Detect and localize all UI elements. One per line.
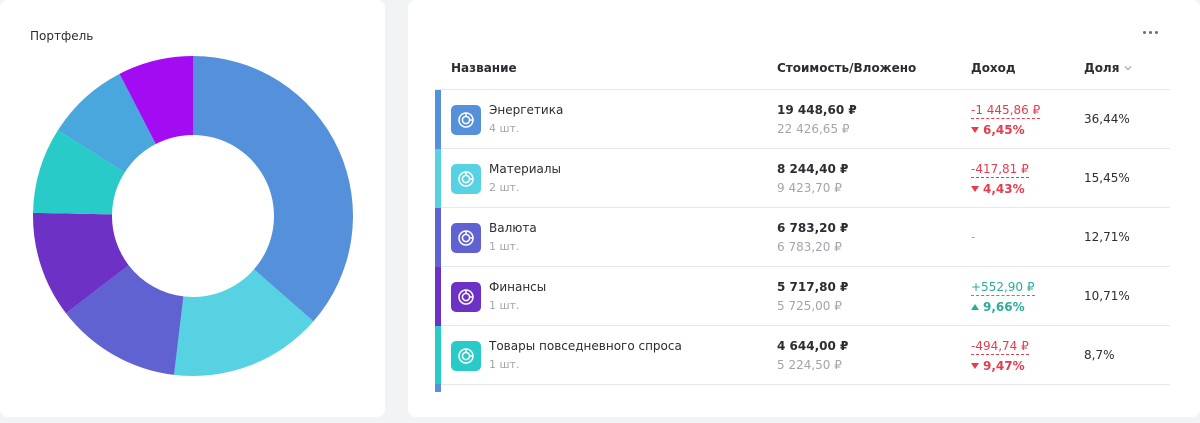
current-value: 19 448,60 ₽ bbox=[777, 103, 857, 117]
table-row[interactable]: Энергетика 4 шт. 19 448,60 ₽ 22 426,65 ₽ -1 … bbox=[435, 90, 1170, 149]
column-header-income[interactable]: Доход bbox=[971, 61, 1016, 75]
current-value: 4 644,00 ₽ bbox=[777, 339, 849, 353]
invested-value: 6 783,20 ₽ bbox=[777, 240, 842, 254]
portfolio-donut-chart bbox=[32, 56, 353, 377]
table-row[interactable]: Валюта 1 шт. 6 783,20 ₽ 6 783,20 ₽ - 12,71% bbox=[435, 208, 1170, 267]
chart-ring-icon bbox=[458, 348, 474, 364]
invested-value: 22 426,65 ₽ bbox=[777, 122, 850, 136]
current-value: 6 783,20 ₽ bbox=[777, 221, 849, 235]
share-value: 15,45% bbox=[1084, 171, 1130, 185]
sector-icon bbox=[451, 164, 481, 194]
chart-ring-icon bbox=[458, 289, 474, 305]
current-value: 5 717,80 ₽ bbox=[777, 280, 849, 294]
income-percent: 9,66% bbox=[971, 300, 1025, 314]
sector-icon bbox=[451, 341, 481, 371]
income-percent: 9,47% bbox=[971, 359, 1025, 373]
column-header-value[interactable]: Стоимость/Вложено bbox=[777, 61, 916, 75]
income-value[interactable]: -417,81 ₽ bbox=[971, 162, 1029, 178]
list-scroll-indicator bbox=[435, 384, 441, 392]
sector-name: Материалы bbox=[489, 162, 561, 176]
sector-color-stripe bbox=[435, 149, 441, 208]
sector-color-stripe bbox=[435, 326, 441, 385]
income-value[interactable]: -494,74 ₽ bbox=[971, 339, 1029, 355]
income-percent: 4,43% bbox=[971, 182, 1025, 196]
chart-ring-icon bbox=[458, 230, 474, 246]
sector-icon bbox=[451, 282, 481, 312]
column-header-share-label: Доля bbox=[1084, 61, 1120, 75]
column-header-share[interactable]: Доля bbox=[1084, 61, 1132, 75]
income-percent-value: 6,45% bbox=[983, 123, 1025, 137]
income-percent: 6,45% bbox=[971, 123, 1025, 137]
sector-name: Валюта bbox=[489, 221, 537, 235]
trend-up-icon bbox=[971, 304, 979, 310]
trend-down-icon bbox=[971, 186, 979, 192]
income-value: - bbox=[971, 230, 976, 244]
sector-icon bbox=[451, 223, 481, 253]
chevron-down-icon bbox=[1125, 66, 1132, 71]
sector-quantity: 1 шт. bbox=[489, 240, 520, 253]
income-percent-value: 9,66% bbox=[983, 300, 1025, 314]
sector-color-stripe bbox=[435, 208, 441, 267]
invested-value: 5 224,50 ₽ bbox=[777, 358, 842, 372]
table-row[interactable]: Материалы 2 шт. 8 244,40 ₽ 9 423,70 ₽ -417,8… bbox=[435, 149, 1170, 208]
share-value: 10,71% bbox=[1084, 289, 1130, 303]
invested-value: 9 423,70 ₽ bbox=[777, 181, 842, 195]
trend-down-icon bbox=[971, 127, 979, 133]
income-value[interactable]: -1 445,86 ₽ bbox=[971, 103, 1041, 119]
income-percent-value: 9,47% bbox=[983, 359, 1025, 373]
current-value: 8 244,40 ₽ bbox=[777, 162, 849, 176]
share-value: 36,44% bbox=[1084, 112, 1130, 126]
more-options-icon[interactable] bbox=[1138, 24, 1162, 40]
portfolio-card: Портфель bbox=[0, 0, 385, 417]
column-header-name[interactable]: Название bbox=[451, 61, 517, 75]
trend-down-icon bbox=[971, 363, 979, 369]
share-value: 8,7% bbox=[1084, 348, 1115, 362]
sector-color-stripe bbox=[435, 90, 441, 149]
sector-color-stripe bbox=[435, 267, 441, 326]
chart-ring-icon bbox=[458, 171, 474, 187]
sector-quantity: 1 шт. bbox=[489, 358, 520, 371]
share-value: 12,71% bbox=[1084, 230, 1130, 244]
sector-quantity: 4 шт. bbox=[489, 122, 520, 135]
sector-name: Финансы bbox=[489, 280, 547, 294]
sector-icon bbox=[451, 105, 481, 135]
income-percent-value: 4,43% bbox=[983, 182, 1025, 196]
table-row[interactable]: Финансы 1 шт. 5 717,80 ₽ 5 725,00 ₽ +552,90 … bbox=[435, 267, 1170, 326]
sector-quantity: 1 шт. bbox=[489, 299, 520, 312]
sector-name: Товары повседневного спроса bbox=[489, 339, 682, 353]
income-value[interactable]: +552,90 ₽ bbox=[971, 280, 1035, 296]
sector-name: Энергетика bbox=[489, 103, 564, 117]
invested-value: 5 725,00 ₽ bbox=[777, 299, 842, 313]
donut-slice[interactable] bbox=[193, 56, 353, 322]
sector-quantity: 2 шт. bbox=[489, 181, 520, 194]
table-row[interactable]: Товары повседневного спроса 1 шт. 4 644,00… bbox=[435, 326, 1170, 385]
chart-ring-icon bbox=[458, 112, 474, 128]
